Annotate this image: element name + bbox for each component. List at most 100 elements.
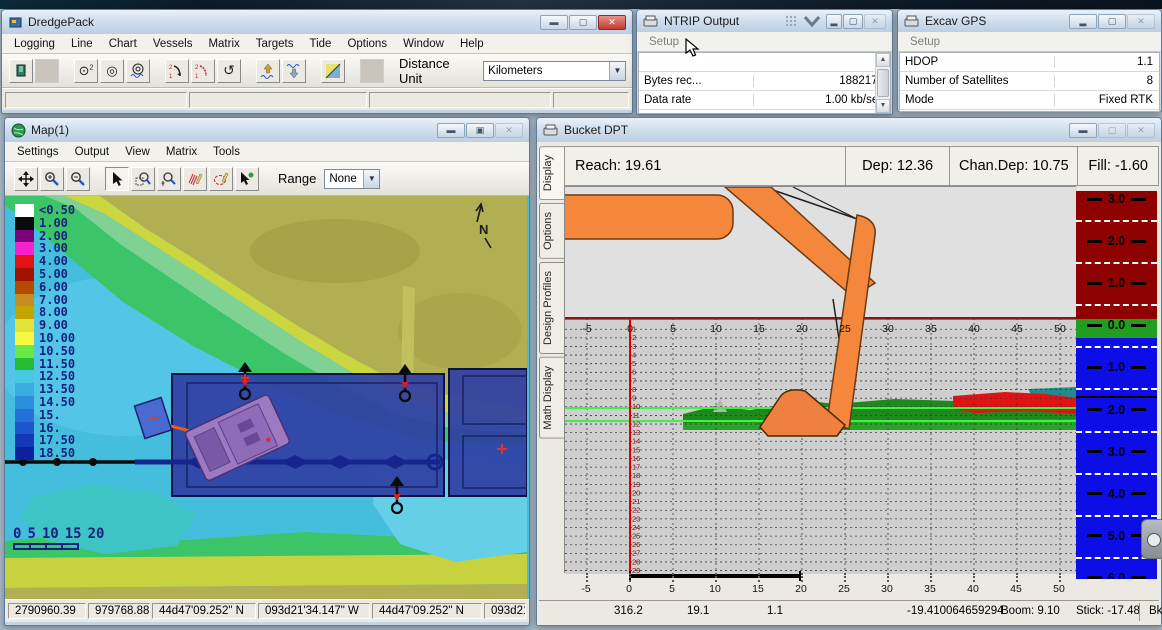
menu-item-matrix[interactable]: Matrix xyxy=(158,144,205,160)
target-dot-icon[interactable]: ⊙2 xyxy=(74,59,98,83)
pointer-tool-icon[interactable] xyxy=(105,167,129,191)
bucket-readouts: Reach: 19.61 Dep: 12.36 Chan.Dep: 10.75 … xyxy=(564,146,1159,186)
menu-item-logging[interactable]: Logging xyxy=(6,36,63,52)
grid-dots-icon xyxy=(785,15,798,28)
menu-item-chart[interactable]: Chart xyxy=(101,36,145,52)
menu-item-settings[interactable]: Settings xyxy=(9,144,67,160)
bucket-titlebar[interactable]: Bucket DPT ▬ ▢ ✕ xyxy=(537,118,1161,142)
scroll-thumb[interactable] xyxy=(877,69,889,97)
menu-item-line[interactable]: Line xyxy=(63,36,101,52)
zoom-dynamic-icon[interactable] xyxy=(157,167,181,191)
dredgepack-menubar: LoggingLineChartVesselsMatrixTargetsTide… xyxy=(2,34,632,54)
zoom-window-icon[interactable] xyxy=(131,167,155,191)
maximize-button[interactable]: ▢ xyxy=(843,14,863,29)
tab-options[interactable]: Options xyxy=(539,203,564,259)
combo-arrow-icon[interactable]: ▼ xyxy=(609,62,625,80)
menu-item-targets[interactable]: Targets xyxy=(248,36,302,52)
minimize-button[interactable]: ▬ xyxy=(437,123,465,138)
bucket-bottom-axis: -505101520253035404550 xyxy=(564,573,1076,600)
tide-lower-icon[interactable] xyxy=(282,59,306,83)
concentric-circles-icon[interactable]: ◎ xyxy=(100,59,124,83)
channel-depth-line xyxy=(1076,396,1157,398)
maximize-button[interactable]: ▢ xyxy=(569,15,597,30)
axis-tick xyxy=(586,573,588,582)
scalebar-tick: 15 xyxy=(65,526,82,542)
map-canvas[interactable]: <0.501.002.003.004.005.006.007.008.009.0… xyxy=(5,196,529,599)
svg-text:1: 1 xyxy=(169,74,173,80)
minimize-button[interactable]: ▂ xyxy=(1069,14,1097,29)
axis-tick xyxy=(1059,573,1061,582)
maximize-button[interactable]: ▢ xyxy=(1098,14,1126,29)
circles-wave-icon[interactable] xyxy=(126,59,150,83)
menu-item-setup[interactable]: Setup xyxy=(902,34,948,50)
scale-half-tick xyxy=(1076,220,1157,222)
range-combo[interactable]: None ▼ xyxy=(324,169,380,189)
overlay-widget[interactable] xyxy=(1141,519,1162,559)
svg-text:5: 5 xyxy=(670,323,676,335)
close-button[interactable]: ✕ xyxy=(1127,14,1155,29)
chevron-down-icon[interactable] xyxy=(803,15,821,28)
table-row xyxy=(639,53,890,72)
legend-label: 18.50 xyxy=(39,447,75,460)
dredgepack-titlebar[interactable]: DredgePack ▬ ▢ ✕ xyxy=(2,10,632,34)
dredgepack-app-icon xyxy=(8,15,23,30)
legend-color-cell xyxy=(15,319,34,332)
menu-item-tools[interactable]: Tools xyxy=(205,144,248,160)
screen-top-strip xyxy=(0,0,1162,9)
menu-item-window[interactable]: Window xyxy=(395,36,452,52)
close-button[interactable]: ✕ xyxy=(1127,123,1155,138)
close-button[interactable]: ✕ xyxy=(864,14,886,29)
tide-raise-icon[interactable] xyxy=(256,59,280,83)
tab-design-profiles[interactable]: Design Profiles xyxy=(539,262,564,354)
ntrip-titlebar[interactable]: NTRIP Output ▂ ▢ ✕ xyxy=(637,10,892,32)
window-title: DredgePack xyxy=(28,15,94,29)
zoom-in-icon[interactable] xyxy=(40,167,64,191)
combo-arrow-icon[interactable]: ▼ xyxy=(363,170,379,188)
excav-titlebar[interactable]: Excav GPS ▂ ▢ ✕ xyxy=(898,10,1161,32)
logging-icon[interactable] xyxy=(9,59,33,83)
minimize-button[interactable]: ▬ xyxy=(540,15,568,30)
maximize-button[interactable]: ▢ xyxy=(1098,123,1126,138)
menu-item-vessels[interactable]: Vessels xyxy=(145,36,201,52)
matrix-diagonal-icon[interactable] xyxy=(321,59,345,83)
menu-item-matrix[interactable]: Matrix xyxy=(200,36,247,52)
close-button[interactable]: ✕ xyxy=(598,15,626,30)
zoom-extents-icon[interactable] xyxy=(14,167,38,191)
zoom-out-icon[interactable] xyxy=(66,167,90,191)
menu-item-help[interactable]: Help xyxy=(452,36,492,52)
menu-item-tide[interactable]: Tide xyxy=(301,36,339,52)
rotate-line-icon[interactable]: ↺ xyxy=(217,59,241,83)
svg-text:N: N xyxy=(479,222,488,237)
tab-math-display[interactable]: Math Display xyxy=(539,357,564,439)
ntrip-scrollbar[interactable]: ▲ ▼ xyxy=(875,53,890,113)
maximize-button[interactable]: ▣ xyxy=(466,123,494,138)
scroll-down-icon[interactable]: ▼ xyxy=(876,99,890,113)
line-swap-red-icon[interactable]: 21 xyxy=(191,59,215,83)
tab-display[interactable]: Display xyxy=(539,146,564,200)
distance-unit-combo[interactable]: Kilometers ▼ xyxy=(483,61,626,81)
pointer-query-icon[interactable] xyxy=(235,167,259,191)
map-titlebar[interactable]: Map(1) ▬ ▣ ✕ xyxy=(5,118,529,142)
minimize-button[interactable]: ▂ xyxy=(826,14,842,29)
close-button[interactable]: ✕ xyxy=(495,123,523,138)
pen-hatch-icon[interactable] xyxy=(183,167,207,191)
window-title: Excav GPS xyxy=(925,14,986,28)
menu-item-output[interactable]: Output xyxy=(67,144,118,160)
menu-item-view[interactable]: View xyxy=(117,144,158,160)
minimize-button[interactable]: ▬ xyxy=(1069,123,1097,138)
erase-region-icon[interactable] xyxy=(209,167,233,191)
axis-tick-label: 5 xyxy=(669,583,675,595)
bucket-profile-plot[interactable]: 1234567891011121314151617181920212223242… xyxy=(564,186,1076,573)
axis-tick xyxy=(715,573,717,582)
line-swap-icon[interactable]: 21 xyxy=(165,59,189,83)
scroll-up-icon[interactable]: ▲ xyxy=(876,53,890,67)
axis-tick-label: 30 xyxy=(881,583,893,595)
depth-legend: <0.501.002.003.004.005.006.007.008.009.0… xyxy=(15,204,75,460)
dep-readout: Dep: 12.36 xyxy=(846,146,950,186)
menu-item-setup[interactable]: Setup xyxy=(641,34,687,50)
axis-tick xyxy=(758,573,760,582)
axis-tick-label: 20 xyxy=(795,583,807,595)
svg-text:1: 1 xyxy=(195,74,199,80)
menu-item-options[interactable]: Options xyxy=(339,36,395,52)
scalebar-tick: 10 xyxy=(42,526,59,542)
